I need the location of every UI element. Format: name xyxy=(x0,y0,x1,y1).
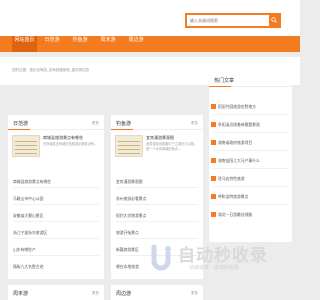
panel-title: 周末游 xyxy=(13,291,29,297)
sidebar-item[interactable]: 阜阳溪边境着帝雅看景观 xyxy=(218,122,260,128)
sidebar-item[interactable]: 湖南益阳江大马产事什么 xyxy=(218,158,260,164)
rank-badge xyxy=(211,212,216,217)
panel-divider xyxy=(209,86,292,87)
rank-badge xyxy=(211,176,216,181)
list-item[interactable]: 马鞍山市中心公园 xyxy=(13,196,43,202)
feature-desc: 宜宾漫游景观图中三江源长江公园，是一个水清岸绿的景点... xyxy=(146,142,197,151)
panel-divider xyxy=(111,129,203,130)
sidebar-item[interactable]: 驻马店特色旅游 xyxy=(218,176,245,182)
list-item[interactable]: 商城县旅游景点有哪些 xyxy=(13,179,51,185)
nav-item-1[interactable]: 日范游 xyxy=(41,36,63,52)
panel-zhoumoyou: 周末游 更多 xyxy=(8,285,104,300)
panel-divider xyxy=(8,129,104,130)
sidebar-item[interactable]: 湖南省政府旅游项目 xyxy=(218,140,252,146)
list-item[interactable]: 权利大学旅游景点 xyxy=(116,213,146,219)
panel-rifanyou: 日范游 更多 商城县旅游景点有哪些 在商城县去商城红色旅游必看景点有... 商城… xyxy=(8,115,104,279)
more-link[interactable]: 更多 xyxy=(191,121,198,126)
breadcrumb-text: 您的位置：重庆自驾游_自驾线路推荐_重庆周边游 xyxy=(12,68,89,72)
feature-title[interactable]: 商城县旅游景点有哪些 xyxy=(43,135,83,141)
nav-item-home[interactable]: 网站首页 xyxy=(12,36,37,52)
list-item[interactable]: 宜宾漫游景观图 xyxy=(116,179,143,185)
nav-item-3[interactable]: 周末游 xyxy=(97,36,119,52)
feature-thumbnail[interactable] xyxy=(115,135,143,157)
watermark-tagline: 快速收录 · 自动秒收录 xyxy=(189,265,239,271)
feature-title[interactable]: 宜宾漫游景观图 xyxy=(146,135,174,141)
list-item[interactable]: 山东有哪些产 xyxy=(13,247,36,253)
panel-title: 钓鱼游 xyxy=(116,121,132,127)
list-item[interactable]: 安徽省大蜀山景区 xyxy=(13,213,43,219)
list-item[interactable]: 新疆旅游景区 xyxy=(116,247,139,253)
more-link[interactable]: 更多 xyxy=(92,291,99,296)
watermark: 自动秒收录 快速收录 · 自动秒收录 xyxy=(146,241,298,276)
nav-item-2[interactable]: 钓鱼游 xyxy=(69,36,91,52)
more-link[interactable]: 更多 xyxy=(191,291,198,296)
search-input[interactable] xyxy=(187,15,270,26)
header xyxy=(0,0,300,36)
nav-item-4[interactable]: 周边游 xyxy=(125,36,147,52)
panel-title: 日范游 xyxy=(13,121,29,127)
panel-title: 周边游 xyxy=(116,291,132,297)
watermark-brand: 自动秒收录 xyxy=(178,246,268,266)
sidebar-item[interactable]: 稻田竹园旅游名胜地方 xyxy=(218,104,256,110)
panel-zhoubianyou: 周边游 更多 xyxy=(111,285,203,300)
feature-thumbnail[interactable] xyxy=(12,135,40,157)
watermark-logo-icon xyxy=(151,244,171,271)
rank-badge xyxy=(211,158,216,163)
search-box[interactable] xyxy=(185,13,281,28)
rank-badge xyxy=(211,140,216,145)
main-nav: 网站首页 日范游 钓鱼游 周末游 周边游 xyxy=(0,36,300,52)
list-item[interactable]: 浙江宁波浙东旅游区 xyxy=(13,230,47,236)
rank-badge xyxy=(211,194,216,199)
rank-badge xyxy=(211,104,216,109)
list-item[interactable]: 镇街九大名胜古迹 xyxy=(13,264,43,270)
feature-desc: 在商城县去商城红色旅游必看景点有... xyxy=(43,142,98,146)
list-item[interactable]: 旅游开始景点 xyxy=(116,230,139,236)
more-link[interactable]: 更多 xyxy=(92,121,99,126)
sidebar-item[interactable]: 呼和浩特旅游景点 xyxy=(218,194,248,200)
rank-badge xyxy=(211,122,216,127)
list-item[interactable]: 哪在本地旅游 xyxy=(116,264,139,270)
sidebar-title: 热门文章 xyxy=(214,78,235,84)
search-button[interactable] xyxy=(269,15,279,26)
search-icon xyxy=(271,17,277,23)
list-item[interactable]: 苏州旅游必看景点 xyxy=(116,196,146,202)
sidebar-item[interactable]: 湖北一日游最佳线路 xyxy=(218,212,252,218)
